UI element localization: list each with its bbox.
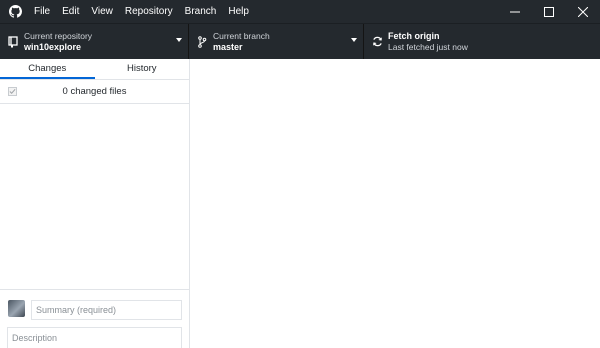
repo-icon <box>2 35 24 48</box>
minimize-icon <box>510 11 520 12</box>
menu-branch[interactable]: Branch <box>179 0 223 23</box>
menu-edit[interactable]: Edit <box>56 0 85 23</box>
maximize-icon <box>544 6 554 17</box>
menu-file[interactable]: File <box>30 0 56 23</box>
checkmark-icon <box>9 88 16 95</box>
commit-summary-input[interactable] <box>31 300 182 320</box>
minimize-button[interactable] <box>498 0 532 23</box>
sidebar-tabs: Changes History <box>0 59 189 80</box>
changes-list-header: 0 changed files <box>0 80 189 104</box>
commit-message-area <box>0 289 189 348</box>
fetch-origin-label: Fetch origin <box>388 30 440 41</box>
current-repository-button[interactable]: Current repository win10explore <box>0 24 189 59</box>
current-branch-label: Current branch <box>213 30 270 41</box>
fetch-origin-button[interactable]: Fetch origin Last fetched just now <box>364 24 600 59</box>
repository-info: Current repository win10explore <box>24 31 92 53</box>
fetch-info: Fetch origin Last fetched just now <box>388 31 468 53</box>
branch-info: Current branch master <box>213 31 270 53</box>
diff-view <box>190 59 600 348</box>
github-desktop-window: File Edit View Repository Branch Help Cu… <box>0 0 600 348</box>
toolbar: Current repository win10explore Current … <box>0 23 600 59</box>
sidebar: Changes History 0 changed files <box>0 59 190 348</box>
current-repository-label: Current repository <box>24 30 93 41</box>
select-all-checkbox[interactable] <box>8 87 17 96</box>
sync-icon <box>366 36 388 47</box>
menu-help[interactable]: Help <box>222 0 255 23</box>
github-logo-icon <box>0 0 30 23</box>
tab-history[interactable]: History <box>95 59 190 79</box>
branch-dropdown-icon <box>351 38 357 42</box>
last-fetched-status: Last fetched just now <box>388 41 468 52</box>
repository-dropdown-icon <box>176 38 182 42</box>
menu-view[interactable]: View <box>85 0 119 23</box>
tab-changes[interactable]: Changes <box>0 59 95 79</box>
menu-bar: File Edit View Repository Branch Help <box>30 0 255 23</box>
menu-repository[interactable]: Repository <box>119 0 179 23</box>
title-bar: File Edit View Repository Branch Help <box>0 0 600 23</box>
maximize-button[interactable] <box>532 0 566 23</box>
close-button[interactable] <box>566 0 600 23</box>
current-branch-name: master <box>213 41 243 52</box>
branch-icon <box>191 35 213 48</box>
avatar <box>8 300 25 317</box>
current-branch-button[interactable]: Current branch master <box>189 24 364 59</box>
window-controls <box>498 0 600 23</box>
commit-description-input[interactable] <box>7 327 182 348</box>
changed-files-count: 0 changed files <box>62 86 127 97</box>
close-icon <box>578 6 588 17</box>
current-repository-name: win10explore <box>24 41 82 52</box>
